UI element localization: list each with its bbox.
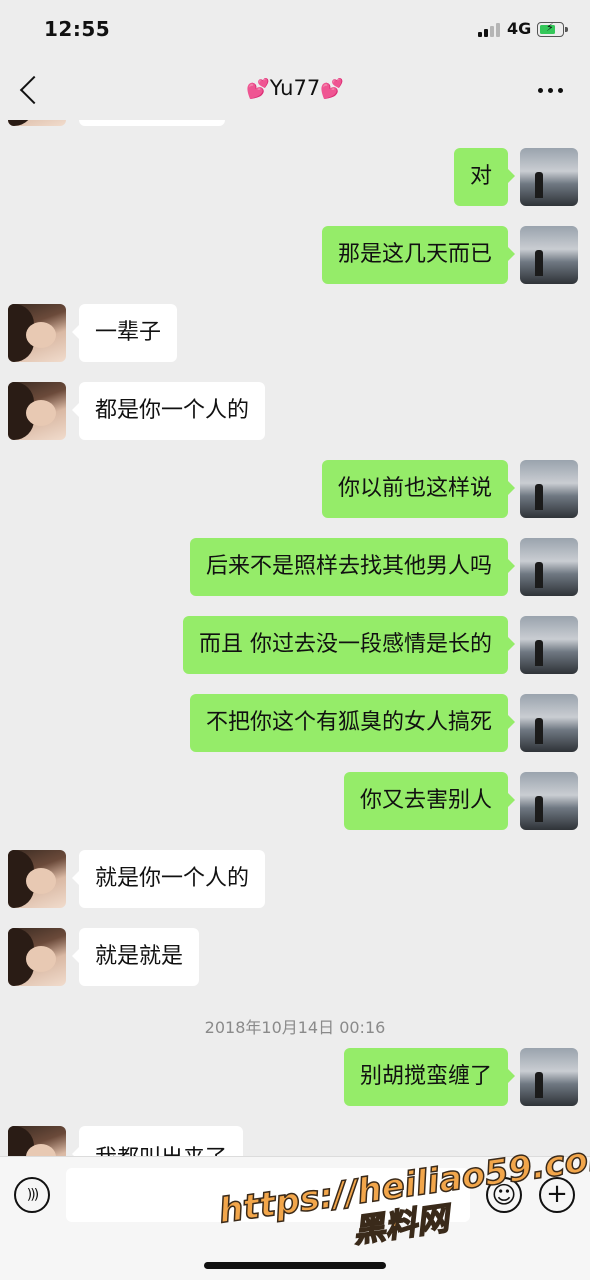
contact-avatar[interactable] xyxy=(8,382,66,440)
message-incoming xyxy=(0,120,590,128)
user-avatar[interactable] xyxy=(520,772,578,830)
home-indicator xyxy=(204,1262,386,1269)
contact-avatar[interactable] xyxy=(8,850,66,908)
message-bubble[interactable]: 别胡搅蛮缠了 xyxy=(343,1048,516,1106)
contact-avatar[interactable] xyxy=(8,928,66,986)
message-outgoing: 而且 你过去没一段感情是长的 xyxy=(0,616,590,676)
more-dots-icon[interactable] xyxy=(536,88,566,96)
message-input[interactable] xyxy=(66,1168,470,1222)
chat-title: 💕Yu77💕 xyxy=(0,76,590,100)
chat-timestamp: 2018年10月14日 00:16 xyxy=(204,1018,386,1037)
message-bubble[interactable]: 都是你一个人的 xyxy=(71,382,266,440)
message-bubble[interactable]: 你以前也这样说 xyxy=(321,460,516,518)
user-avatar[interactable] xyxy=(520,148,578,206)
message-bubble[interactable]: 对 xyxy=(453,148,516,206)
message-incoming: 都是你一个人的 xyxy=(0,382,590,442)
message-outgoing: 后来不是照样去找其他男人吗 xyxy=(0,538,590,598)
chat-header: 💕Yu77💕 xyxy=(0,60,590,120)
user-avatar[interactable] xyxy=(520,1048,578,1106)
message-bubble[interactable]: 不把你这个有狐臭的女人搞死 xyxy=(189,694,516,752)
signal-icon xyxy=(478,23,502,37)
message-incoming: 就是就是 xyxy=(0,928,590,988)
message-outgoing: 那是这几天而已 xyxy=(0,226,590,286)
message-bubble[interactable]: 而且 你过去没一段感情是长的 xyxy=(183,616,515,674)
message-bubble[interactable]: 后来不是照样去找其他男人吗 xyxy=(189,538,516,596)
battery-icon: ⚡ xyxy=(537,21,568,37)
status-time: 12:55 xyxy=(44,17,111,41)
heart-icon: 💕 xyxy=(246,78,270,100)
user-avatar[interactable] xyxy=(520,616,578,674)
message-bubble[interactable]: 我都叫出来了 xyxy=(71,1126,244,1156)
emoji-icon[interactable]: ☺ xyxy=(486,1177,522,1213)
user-avatar[interactable] xyxy=(520,226,578,284)
heart-icon: 💕 xyxy=(320,78,344,100)
chat-messages[interactable]: 对 那是这几天而已 一辈子 都是你一个人的 你以前也这样说 后来不是照样去找其他… xyxy=(0,120,590,1156)
message-outgoing: 对 xyxy=(0,148,590,208)
message-bubble[interactable]: 你又去害别人 xyxy=(343,772,516,830)
message-incoming: 一辈子 xyxy=(0,304,590,364)
status-bar: 12:55 4G ⚡ xyxy=(0,0,590,60)
network-label: 4G xyxy=(507,19,532,38)
user-avatar[interactable] xyxy=(520,694,578,752)
voice-icon[interactable]: ))) xyxy=(14,1177,50,1213)
message-bubble[interactable]: 那是这几天而已 xyxy=(321,226,516,284)
message-outgoing: 你以前也这样说 xyxy=(0,460,590,520)
message-outgoing: 别胡搅蛮缠了 xyxy=(0,1048,590,1108)
message-bubble[interactable] xyxy=(79,120,225,126)
contact-avatar[interactable] xyxy=(8,304,66,362)
user-avatar[interactable] xyxy=(520,538,578,596)
message-outgoing: 不把你这个有狐臭的女人搞死 xyxy=(0,694,590,754)
message-bubble[interactable]: 就是就是 xyxy=(71,928,200,986)
message-incoming: 我都叫出来了 xyxy=(0,1126,590,1156)
plus-icon[interactable]: + xyxy=(539,1177,575,1213)
contact-name: Yu77 xyxy=(269,76,321,100)
contact-avatar[interactable] xyxy=(8,120,66,126)
message-bubble[interactable]: 一辈子 xyxy=(71,304,178,362)
message-incoming: 就是你一个人的 xyxy=(0,850,590,910)
contact-avatar[interactable] xyxy=(8,1126,66,1156)
user-avatar[interactable] xyxy=(520,460,578,518)
message-outgoing: 你又去害别人 xyxy=(0,772,590,832)
message-bubble[interactable]: 就是你一个人的 xyxy=(71,850,266,908)
